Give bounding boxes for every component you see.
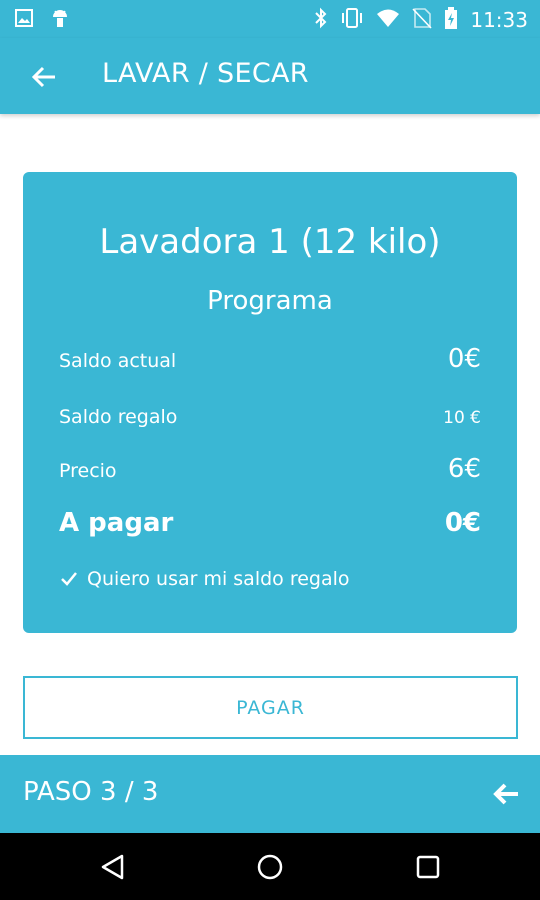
page-title: LAVAR / SECAR: [102, 58, 309, 89]
row-label: Precio: [59, 460, 117, 482]
row-label: A pagar: [59, 508, 174, 538]
step-bar: PASO 3 / 3: [0, 755, 540, 833]
nav-back-button[interactable]: [97, 851, 129, 883]
arrow-left-icon: [493, 783, 518, 805]
status-left-icons: [14, 8, 70, 34]
step-back-button[interactable]: [492, 779, 522, 809]
payment-summary-card: Lavadora 1 (12 kilo) Programa Saldo actu…: [23, 172, 517, 633]
recents-square-icon: [416, 855, 440, 879]
row-value: 6€: [447, 454, 481, 484]
wifi-icon: [376, 8, 400, 32]
home-circle-icon: [257, 854, 283, 880]
row-precio: Precio 6€: [59, 454, 481, 488]
no-sim-icon: [412, 7, 432, 33]
row-value: 0€: [447, 344, 481, 374]
row-saldo-actual: Saldo actual 0€: [59, 344, 481, 378]
use-gift-balance-checkbox[interactable]: Quiero usar mi saldo regalo: [59, 568, 350, 590]
android-icon: [50, 8, 70, 34]
row-saldo-regalo: Saldo regalo 10 €: [59, 400, 481, 434]
system-nav-bar: [0, 833, 540, 900]
row-value: 0€: [444, 508, 481, 538]
app-toolbar: LAVAR / SECAR: [0, 38, 540, 114]
back-button[interactable]: [28, 60, 62, 94]
arrow-left-icon: [31, 66, 55, 88]
step-indicator: PASO 3 / 3: [23, 777, 159, 807]
bluetooth-icon: [314, 7, 328, 33]
back-triangle-icon: [101, 854, 124, 880]
row-label: Saldo regalo: [59, 406, 178, 428]
program-label: Programa: [207, 286, 333, 316]
status-bar: 11:33: [0, 0, 540, 38]
status-right-icons: 11:33: [314, 7, 528, 33]
row-a-pagar: A pagar 0€: [59, 508, 481, 542]
checkmark-icon: [61, 572, 77, 586]
nav-home-button[interactable]: [254, 851, 286, 883]
row-value: 10 €: [443, 408, 481, 428]
row-label: Saldo actual: [59, 350, 177, 372]
image-icon: [14, 8, 34, 34]
nav-recents-button[interactable]: [412, 851, 444, 883]
vibrate-icon: [340, 7, 364, 33]
checkbox-label: Quiero usar mi saldo regalo: [87, 568, 350, 590]
pay-button[interactable]: PAGAR: [23, 676, 518, 739]
battery-icon: [444, 7, 458, 33]
status-time: 11:33: [470, 8, 528, 32]
machine-title: Lavadora 1 (12 kilo): [99, 222, 441, 262]
